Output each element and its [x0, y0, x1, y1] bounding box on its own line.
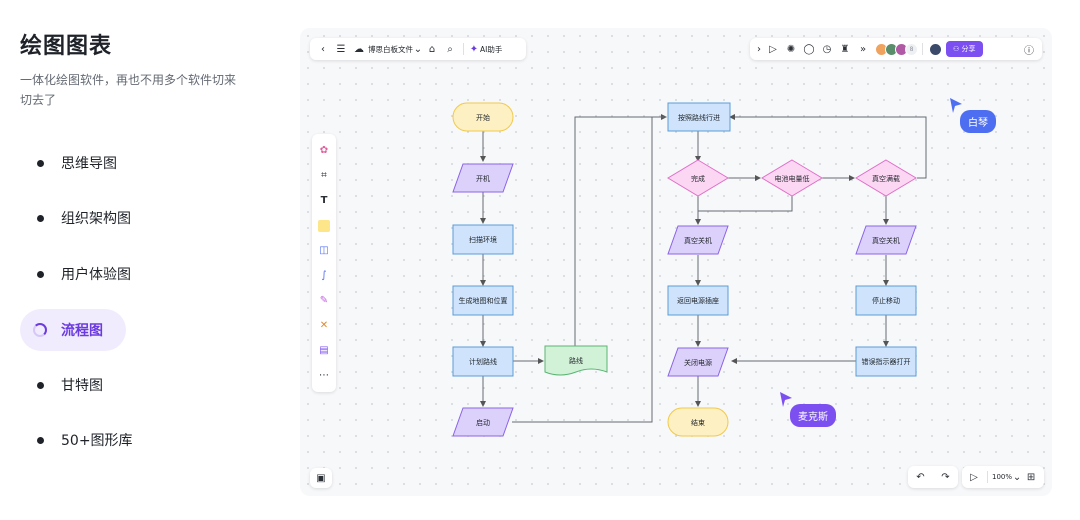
- bullet-icon: [37, 159, 44, 167]
- svg-text:电池电量低: 电池电量低: [775, 174, 810, 183]
- svg-text:扫描环境: 扫描环境: [469, 235, 497, 244]
- svg-text:路线: 路线: [569, 356, 583, 365]
- flow-node-error[interactable]: 错误指示器打开: [855, 346, 917, 377]
- page-subtitle: 一体化绘图软件，再也不用多个软件切来切去了: [20, 73, 237, 107]
- collaborator-cursor-label: 麦克斯: [790, 404, 836, 427]
- bullet-icon: [37, 381, 44, 389]
- bullet-icon: [37, 214, 44, 222]
- feature-label: 思维导图: [61, 156, 117, 172]
- feature-label: 50+图形库: [61, 433, 133, 449]
- svg-text:计划路线: 计划路线: [469, 357, 497, 366]
- bullet-icon: [37, 436, 44, 444]
- flow-node-power-off[interactable]: 关闭电源: [667, 347, 729, 377]
- whiteboard-canvas[interactable]: ‹ ☰ ☁ 博思白板文件 ⌄ ⌂ ⌕ ✦ AI助手 › ▷ ✺ ◯ ◷ ♜ » …: [300, 28, 1052, 496]
- cursor-pointer-icon: [950, 98, 962, 113]
- cursor-pointer-icon: [780, 392, 792, 407]
- flow-node-plan[interactable]: 计划路线: [452, 346, 514, 377]
- svg-text:生成地图和位置: 生成地图和位置: [459, 296, 508, 305]
- svg-text:错误指示器打开: 错误指示器打开: [862, 357, 911, 366]
- svg-text:真空关机: 真空关机: [872, 236, 900, 245]
- flow-node-scan[interactable]: 扫描环境: [452, 224, 514, 255]
- svg-text:真空关机: 真空关机: [684, 236, 712, 245]
- flow-node-return[interactable]: 返回电源插座: [667, 285, 729, 316]
- feature-item-mindmap[interactable]: 思维导图: [20, 142, 230, 184]
- feature-label: 流程图: [61, 323, 103, 339]
- svg-text:开机: 开机: [476, 174, 490, 183]
- feature-item-orgchart[interactable]: 组织架构图: [20, 197, 230, 239]
- flow-node-battery[interactable]: 电池电量低: [761, 159, 823, 197]
- feature-label: 组织架构图: [61, 211, 131, 227]
- feature-label: 甘特图: [61, 378, 103, 394]
- svg-text:停止移动: 停止移动: [872, 296, 900, 305]
- loading-spinner-icon: [33, 323, 47, 337]
- left-panel: 绘图图表 一体化绘图软件，再也不用多个软件切来切去了 思维导图 组织架构图 用户…: [0, 0, 300, 520]
- flow-node-vacuum-full[interactable]: 真空满载: [855, 159, 917, 197]
- page-title: 绘图图表: [20, 34, 113, 59]
- flow-node-stop[interactable]: 停止移动: [855, 285, 917, 316]
- feature-item-shape-library[interactable]: 50+图形库: [20, 419, 230, 461]
- svg-text:关闭电源: 关闭电源: [684, 358, 712, 367]
- bullet-icon: [37, 270, 44, 278]
- flow-node-start[interactable]: 开始: [452, 102, 514, 132]
- collaborator-cursor-label: 白琴: [960, 110, 996, 133]
- feature-item-ux-map[interactable]: 用户体验图: [20, 253, 230, 295]
- flow-node-power-on[interactable]: 开机: [452, 163, 514, 193]
- svg-text:按照路线行进: 按照路线行进: [678, 113, 720, 122]
- feature-item-flowchart[interactable]: 流程图: [20, 309, 126, 351]
- feature-label: 用户体验图: [61, 267, 131, 283]
- svg-text:结束: 结束: [691, 418, 705, 427]
- flow-node-route[interactable]: 路线: [544, 345, 608, 376]
- flow-node-map[interactable]: 生成地图和位置: [452, 285, 514, 316]
- svg-text:返回电源插座: 返回电源插座: [677, 296, 719, 305]
- svg-text:完成: 完成: [691, 174, 705, 183]
- svg-text:启动: 启动: [476, 418, 490, 427]
- svg-text:开始: 开始: [476, 113, 490, 122]
- flow-node-launch[interactable]: 启动: [452, 407, 514, 437]
- svg-text:真空满载: 真空满载: [872, 174, 900, 183]
- flow-node-done[interactable]: 完成: [667, 159, 729, 197]
- flow-node-vac-off-1[interactable]: 真空关机: [667, 225, 729, 255]
- flow-node-vac-off-2[interactable]: 真空关机: [855, 225, 917, 255]
- flowchart: 开始 结束 开机 启动 真空关机 真空关机 关闭电源 扫描环境 生成地图和位置 …: [452, 98, 962, 437]
- feature-item-gantt[interactable]: 甘特图: [20, 364, 230, 406]
- flow-node-end[interactable]: 结束: [667, 407, 729, 437]
- flow-node-follow[interactable]: 按照路线行进: [667, 102, 731, 132]
